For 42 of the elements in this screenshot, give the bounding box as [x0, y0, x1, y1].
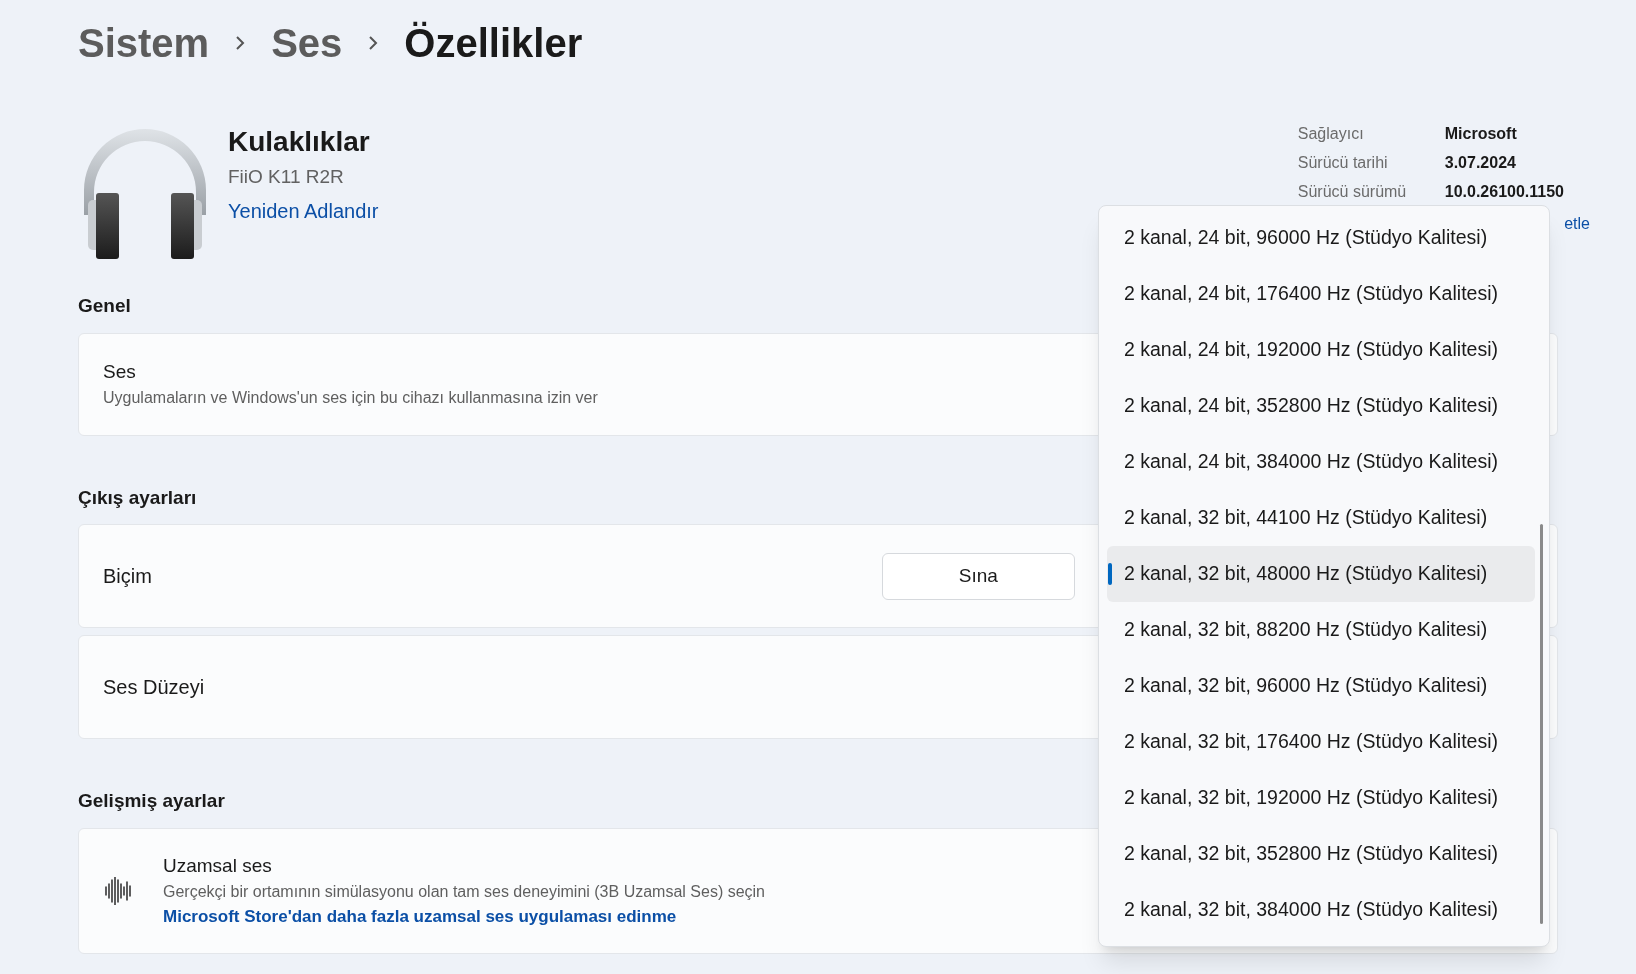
- device-model: FiiO K11 R2R: [228, 165, 345, 189]
- format-option[interactable]: 2 kanal, 32 bit, 88200 Hz (Stüdyo Kalitesi): [1107, 602, 1535, 658]
- store-link[interactable]: Microsoft Store'dan daha fazla uzamsal ses uygulaması edinme: [163, 904, 765, 930]
- breadcrumb-link[interactable]: Ses: [271, 13, 343, 73]
- driver-link[interactable]: etle: [1564, 212, 1590, 236]
- format-option[interactable]: 2 kanal, 32 bit, 352800 Hz (Stüdyo Kalitesi): [1107, 826, 1535, 882]
- format-option[interactable]: 2 kanal, 32 bit, 176400 Hz (Stüdyo Kalitesi): [1107, 714, 1535, 770]
- sound-wave-icon: [103, 876, 133, 905]
- device-name: Kulaklıklar: [228, 125, 371, 159]
- format-option[interactable]: 2 kanal, 32 bit, 44100 Hz (Stüdyo Kalitesi): [1107, 490, 1535, 546]
- chevron-icon: [368, 35, 379, 51]
- format-option[interactable]: 2 kanal, 24 bit, 96000 Hz (Stüdyo Kalitesi): [1107, 210, 1535, 266]
- info-label: Sürücü sürümü: [1297, 182, 1408, 202]
- scrollbar-thumb[interactable]: [1540, 524, 1543, 924]
- info-value: Microsoft: [1444, 124, 1518, 144]
- info-label: Sağlayıcı: [1297, 124, 1365, 144]
- card-description: Uygulamaların ve Windows'un ses için bu cihazı kullanmasına izin ver: [103, 388, 598, 409]
- format-option[interactable]: 2 kanal, 24 bit, 192000 Hz (Stüdyo Kalitesi): [1107, 322, 1535, 378]
- section-heading: Genel: [78, 294, 131, 318]
- card-title: Ses Düzeyi: [103, 675, 205, 700]
- format-option[interactable]: 2 kanal, 32 bit, 192000 Hz (Stüdyo Kalitesi): [1107, 770, 1535, 826]
- card-title: Biçim: [103, 564, 152, 589]
- test-button[interactable]: Sına: [881, 552, 1075, 600]
- card-title: Uzamsal ses: [163, 853, 273, 878]
- section-heading: Çıkış ayarları: [78, 485, 197, 510]
- page-title: Özellikler: [404, 20, 583, 67]
- info-value: 10.0.26100.1150: [1444, 182, 1564, 202]
- selection-indicator: [1108, 563, 1112, 585]
- format-option[interactable]: 2 kanal, 32 bit, 96000 Hz (Stüdyo Kalitesi): [1107, 658, 1535, 714]
- format-option[interactable]: 2 kanal, 24 bit, 176400 Hz (Stüdyo Kalitesi): [1107, 266, 1535, 322]
- info-label: Sürücü tarihi: [1297, 153, 1389, 173]
- format-option[interactable]: 2 kanal, 24 bit, 352800 Hz (Stüdyo Kalitesi): [1107, 378, 1535, 434]
- card-description: Gerçekçi bir ortamının simülasyonu olan tam ses deneyimini (3B Uzamsal Ses) seçin: [163, 882, 765, 902]
- rename-link[interactable]: Yeniden Adlandır: [228, 195, 379, 226]
- section-heading: Gelişmiş ayarlar: [78, 789, 225, 813]
- breadcrumb-link[interactable]: Sistem: [78, 13, 210, 73]
- chevron-icon: [235, 35, 246, 51]
- info-value: 3.07.2024: [1444, 153, 1517, 173]
- format-option[interactable]: 2 kanal, 24 bit, 384000 Hz (Stüdyo Kalitesi): [1107, 434, 1535, 490]
- format-option[interactable]: 2 kanal, 32 bit, 384000 Hz (Stüdyo Kalitesi): [1107, 882, 1535, 938]
- card-title: Ses: [103, 359, 137, 384]
- format-option[interactable]: 2 kanal, 32 bit, 48000 Hz (Stüdyo Kalitesi): [1107, 546, 1535, 602]
